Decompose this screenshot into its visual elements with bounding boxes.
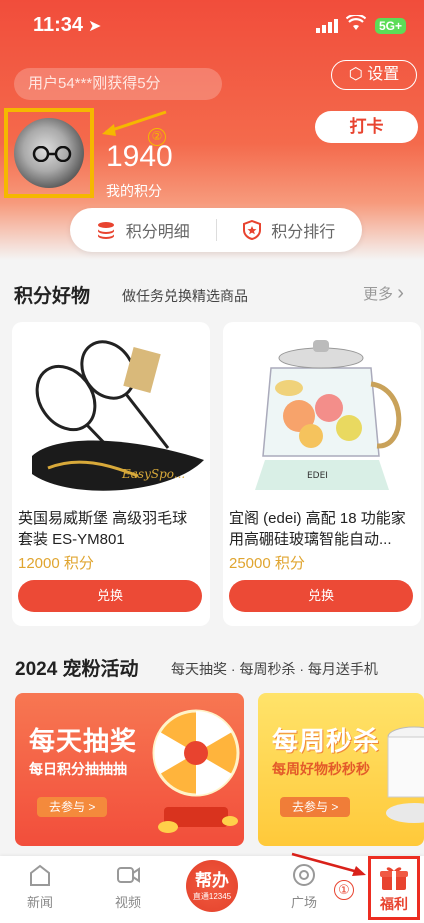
avatar-highlight-box xyxy=(4,108,94,198)
settings-button[interactable]: ⬡ 设置 xyxy=(331,60,417,90)
nav-news-label: 新闻 xyxy=(26,895,53,910)
nav-video-label: 视频 xyxy=(114,895,141,910)
settings-label: 设置 xyxy=(367,66,400,83)
coin-stack-icon xyxy=(97,222,114,239)
points-value: 1940 xyxy=(106,140,173,173)
cookware-icon xyxy=(386,726,424,823)
cellular-signal-icon xyxy=(316,19,338,33)
promo-subtitle: 每周好物秒秒秒 xyxy=(272,761,370,777)
events-section-subtitle: 每天抽奖 · 每周秒杀 · 每月送手机 xyxy=(171,661,378,677)
wifi-icon xyxy=(346,15,366,30)
shield-star-icon xyxy=(243,220,262,240)
join-button[interactable]: 去参与 > xyxy=(37,797,108,817)
goods-section-subtitle: 做任务兑换精选商品 xyxy=(122,288,248,304)
join-button[interactable]: 去参与 > xyxy=(280,797,351,817)
nav-news[interactable]: 新闻 xyxy=(10,862,70,911)
glasses-icon xyxy=(32,146,72,162)
product-card[interactable]: EasySpo... 英国易威斯堡 高级羽毛球套装 ES-YM801 12000… xyxy=(12,322,210,626)
product-name: 宜阁 (edei) 高配 18 功能家用高硼硅玻璃智能自动... xyxy=(229,510,406,548)
badminton-set-image: EasySpo... xyxy=(18,328,204,504)
activity-ticker: 用户54***刚获得5分 xyxy=(14,68,222,100)
product-price: 25000 积分 xyxy=(229,555,305,572)
glass-kettle-image: EDEI xyxy=(229,328,415,504)
bangban-sublabel: 直通12345 xyxy=(192,892,232,901)
redeem-button[interactable]: 兑换 xyxy=(229,580,413,612)
chevron-right-icon: › xyxy=(397,282,404,304)
weekly-flash-sale-card[interactable]: 每周秒杀 每周好物秒秒秒 去参与 > xyxy=(258,693,424,846)
tab-points-ranking[interactable]: 积分排行 xyxy=(217,218,363,242)
more-label: 更多 xyxy=(363,286,394,303)
avatar[interactable] xyxy=(14,118,84,188)
location-arrow-icon: ➤ xyxy=(88,18,102,35)
goods-section-title: 积分好物 xyxy=(14,286,91,307)
gift-icon xyxy=(380,867,408,890)
tab-points-detail-label: 积分明细 xyxy=(125,224,190,241)
points-label: 我的积分 xyxy=(106,183,162,199)
bangban-label: 帮办 xyxy=(195,871,229,890)
badminton-bag-caption: EasySpo... xyxy=(121,467,185,481)
product-price: 12000 积分 xyxy=(18,555,94,572)
news-icon xyxy=(30,864,50,886)
tab-points-detail[interactable]: 积分明细 xyxy=(70,218,216,242)
promo-title: 每周秒杀 xyxy=(272,726,381,756)
redeem-button[interactable]: 兑换 xyxy=(18,580,202,612)
product-card[interactable]: EDEI 宜阁 (edei) 高配 18 功能家用高硼硅玻璃智能自动... 25… xyxy=(223,322,421,626)
promo-title: 每天抽奖 xyxy=(29,726,138,756)
video-icon xyxy=(117,867,140,883)
checkin-button[interactable]: 打卡 xyxy=(315,111,418,143)
events-section-title: 2024 宠粉活动 xyxy=(15,659,139,680)
settings-gear-icon: ⬡ xyxy=(348,66,363,83)
lottery-wheel-icon xyxy=(152,709,240,833)
product-name: 英国易威斯堡 高级羽毛球套装 ES-YM801 xyxy=(18,510,188,548)
kettle-brand-caption: EDEI xyxy=(307,471,328,481)
network-badge: 5G+ xyxy=(375,18,407,34)
daily-lottery-card[interactable]: 每天抽奖 每日积分抽抽抽 去参与 > xyxy=(15,693,244,846)
nav-plaza-label: 广场 xyxy=(290,895,317,910)
points-tabs: 积分明细 积分排行 xyxy=(70,208,362,252)
nav-bangban-button[interactable]: 帮办 直通12345 xyxy=(186,860,238,912)
nav-welfare[interactable]: 福利 xyxy=(368,856,420,920)
nav-welfare-label: 福利 xyxy=(380,896,408,912)
status-bar: 11:34 ➤ 5G+ xyxy=(0,0,424,50)
nav-video[interactable]: 视频 xyxy=(98,862,158,911)
status-time: 11:34 xyxy=(33,14,84,36)
annotation-arrow-icon xyxy=(291,852,366,876)
step-marker-1: ① xyxy=(334,880,354,900)
more-link[interactable]: 更多 › xyxy=(363,282,404,305)
tab-points-ranking-label: 积分排行 xyxy=(271,224,336,241)
promo-subtitle: 每日积分抽抽抽 xyxy=(29,761,127,777)
